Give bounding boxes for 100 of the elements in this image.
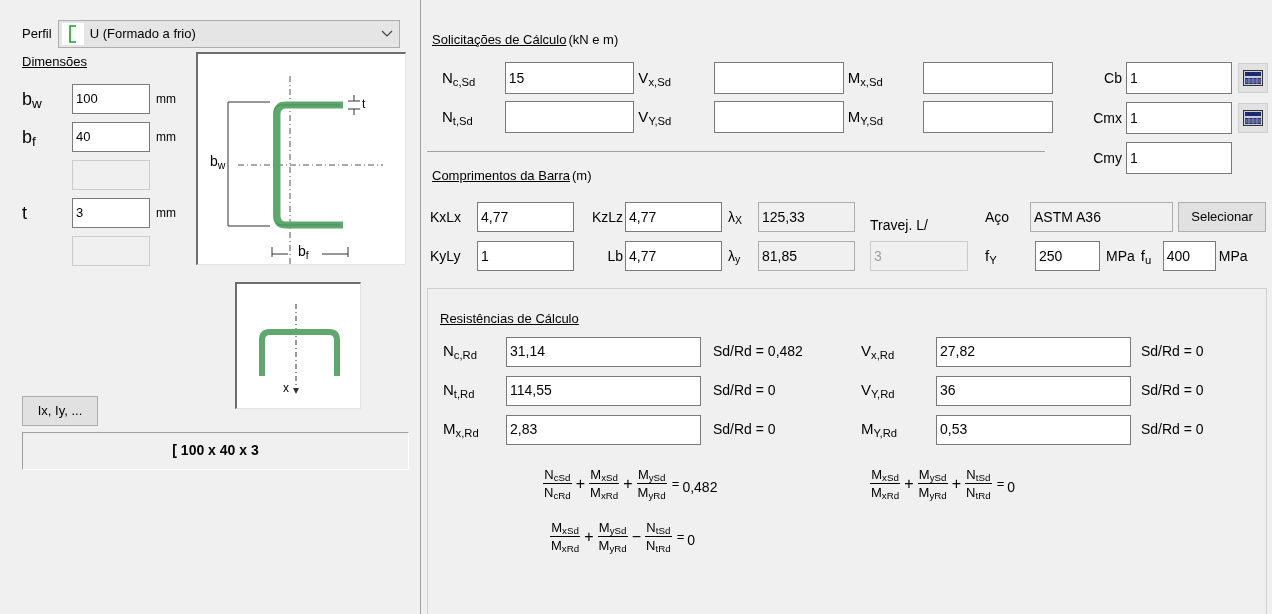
calculator-button[interactable]: [1238, 63, 1268, 93]
input-field[interactable]: 36: [936, 375, 1131, 406]
ratio-text: Sd/Rd = 0,482: [713, 342, 804, 361]
unit-label: mm: [156, 204, 176, 222]
field-label: Travej. L/: [870, 216, 928, 235]
input-field[interactable]: [923, 62, 1053, 94]
operator-sign: +: [903, 474, 915, 494]
field-label: f$_{Y}$: [985, 245, 998, 268]
formula-numerator: M$_{xSd}$: [550, 519, 580, 536]
input-field[interactable]: 2,83: [506, 414, 701, 445]
formula-numerator: N$_{cSd}$: [543, 466, 572, 483]
formula-denominator: M$_{xRd}$: [589, 483, 620, 502]
calculator-button[interactable]: [1238, 103, 1268, 133]
operator-sign: +: [950, 474, 963, 494]
field-label: KxLx: [429, 207, 463, 227]
input-field[interactable]: 31,14: [506, 336, 701, 367]
section-title: Dimensões: [22, 53, 88, 71]
formula-result: 0,482: [682, 477, 718, 497]
unit-label: mm: [156, 128, 176, 146]
input-field[interactable]: 27,82: [936, 336, 1131, 367]
input-field[interactable]: 1: [1126, 142, 1232, 174]
field-label: V$_{x,Rd}$: [861, 341, 896, 363]
field-label: Aço: [985, 207, 1011, 227]
field-label: Lb: [606, 246, 624, 266]
field-label: b$_{w}$: [22, 89, 42, 108]
operator-sign: +: [583, 527, 595, 547]
field-label: KyLy: [429, 246, 462, 266]
field-label: M$_{Y,Rd}$: [861, 419, 899, 441]
unit-label: MPa: [1106, 246, 1135, 266]
calculator-icon: [1243, 70, 1263, 86]
input-field[interactable]: 15: [504, 62, 635, 94]
formula-numerator: N$_{tSd}$: [965, 466, 992, 483]
channel-section-icon: [61, 23, 84, 45]
input-field[interactable]: 4,77: [625, 202, 722, 232]
chevron-down-icon: [380, 30, 393, 38]
input-field[interactable]: ASTM A36: [1030, 202, 1173, 232]
operator-sign: =: [996, 475, 1005, 494]
field-label: M$_{x,Sd}$: [846, 67, 884, 90]
unit-label: MPa: [1218, 246, 1248, 266]
field-label: t: [22, 203, 27, 222]
section-title: Solicitações de Cálculo: [432, 31, 567, 49]
operator-sign: +: [622, 474, 634, 494]
input-field[interactable]: [714, 62, 844, 94]
input-field[interactable]: [504, 101, 635, 133]
input-field[interactable]: 400: [1162, 241, 1216, 271]
input-field[interactable]: 3: [72, 197, 150, 228]
field-label: V$_{x,Sd}$: [637, 67, 672, 90]
input-field[interactable]: 125,33: [758, 202, 855, 232]
operator-sign: =: [676, 528, 685, 547]
formula-numerator: M$_{ySd}$: [917, 466, 948, 483]
operator-sign: =: [671, 475, 680, 494]
field-label: b$_{f}$: [22, 127, 36, 146]
formula-numerator: M$_{ySd}$: [597, 519, 628, 536]
field-label: V$_{Y,Rd}$: [861, 380, 896, 402]
unit-note: (m): [572, 167, 592, 185]
formula-denominator: M$_{yRd}$: [636, 483, 667, 502]
input-field[interactable]: [923, 101, 1053, 133]
formula-denominator: N$_{tRd}$: [645, 536, 672, 555]
ratio-text: Sd/Rd = 0: [713, 420, 777, 439]
input-field[interactable]: 4,77: [477, 202, 574, 232]
field-label: V$_{Y,Sd}$: [637, 106, 673, 129]
profile-dropdown[interactable]: U (Formado a frio): [57, 20, 400, 48]
designation-text: [ 100 x 40 x 3: [22, 431, 409, 470]
formula-denominator: M$_{xRd}$: [870, 483, 901, 502]
field-label: Cmy: [1092, 148, 1123, 168]
ratio-text: Sd/Rd = 0: [1141, 420, 1204, 439]
input-field[interactable]: [714, 101, 844, 133]
properties-button[interactable]: Ix, Iy, ...: [22, 395, 98, 426]
field-label: N$_{t,Sd}$: [441, 106, 474, 129]
select-button[interactable]: Selecionar: [1178, 202, 1266, 232]
input-field[interactable]: 4,77: [625, 241, 722, 271]
dimension-label: t: [362, 98, 366, 110]
ratio-text: Sd/Rd = 0: [1141, 342, 1204, 361]
input-field[interactable]: 1: [477, 241, 574, 271]
formula-result: 0: [687, 530, 696, 550]
input-field[interactable]: 81,85: [758, 241, 855, 271]
field-label: N$_{c,Sd}$: [441, 67, 477, 90]
formula-result: 0: [1007, 477, 1016, 497]
input-field[interactable]: 1: [1126, 102, 1232, 134]
field-label: f$_{u}$: [1140, 245, 1153, 268]
field-label: λ$_{y}$: [727, 246, 742, 267]
field-label: Perfil: [22, 25, 52, 44]
input-field[interactable]: 1: [1126, 62, 1232, 94]
operator-sign: +: [574, 474, 587, 494]
input-field: 3: [870, 241, 968, 271]
field-label: Cb: [1103, 68, 1123, 88]
input-field[interactable]: 0,53: [936, 414, 1131, 445]
field-label: N$_{c,Rd}$: [442, 341, 478, 363]
input-field[interactable]: 100: [72, 83, 150, 114]
field-label: λ$_{X}$: [727, 207, 743, 228]
unit-label: mm: [156, 90, 176, 108]
formula-numerator: M$_{ySd}$: [636, 466, 667, 483]
field-label: Cmx: [1092, 108, 1123, 128]
input-field[interactable]: 40: [72, 121, 150, 152]
field-label: N$_{t,Rd}$: [442, 380, 476, 402]
input-field[interactable]: 114,55: [506, 375, 701, 406]
formula-numerator: M$_{xSd}$: [870, 466, 900, 483]
calculator-icon: [1243, 110, 1263, 126]
input-field[interactable]: 250: [1035, 241, 1100, 271]
operator-sign: −: [630, 527, 643, 547]
